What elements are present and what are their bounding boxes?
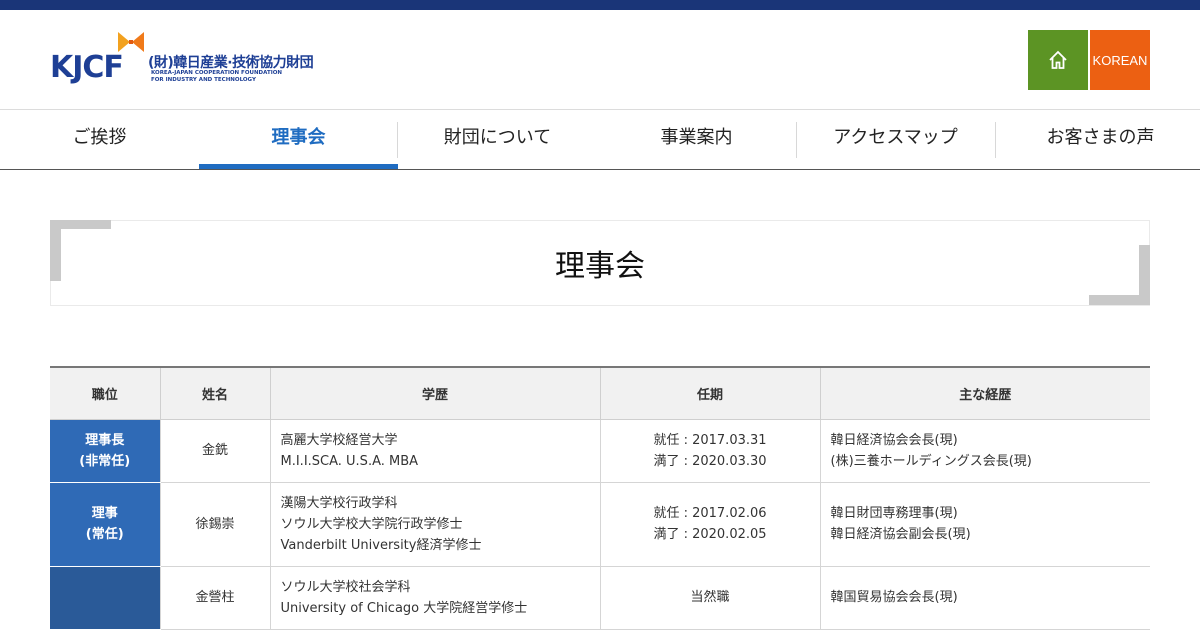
title-corner-decoration <box>50 220 61 281</box>
logo[interactable]: KJCF (財)韓日産業·技術協力財団 KOREA-JAPAN COOPERAT… <box>50 30 330 92</box>
position-cell <box>50 566 161 630</box>
term-cell: 就任 : 2017.03.31 満了 : 2020.03.30 <box>600 419 821 483</box>
education-line: M.I.I.SCA. U.S.A. MBA <box>280 453 419 469</box>
logo-mark-text: KJCF <box>50 50 124 85</box>
name-cell: 徐錫崇 <box>160 482 271 567</box>
name-cell: 金銑 <box>160 419 271 483</box>
education-line: ソウル大学校大学院行政学修士 <box>280 516 463 532</box>
career-cell: 韓日財団専務理事(現) 韓日経済協会副会長(現) <box>820 482 1150 567</box>
main-nav: ご挨拶 理事会 財団について 事業案内 アクセスマップ お客さまの声 <box>0 110 1200 170</box>
education-line: ソウル大学校社会学科 <box>280 579 411 595</box>
nav-item-greeting[interactable]: ご挨拶 <box>0 110 199 169</box>
table-header-row: 職位 姓名 学歴 任期 主な経歴 <box>50 367 1150 420</box>
career-line: 韓日経済協会会長(現) <box>830 432 958 448</box>
term-cell: 就任 : 2017.02.06 満了 : 2020.02.05 <box>600 482 821 567</box>
education-line: University of Chicago 大学院経営学修士 <box>280 600 528 616</box>
column-header-term: 任期 <box>600 367 821 420</box>
term-status: 当然職 <box>690 590 730 605</box>
nav-item-access-map[interactable]: アクセスマップ <box>796 110 995 169</box>
career-line: 韓国貿易協会会長(現) <box>830 590 958 605</box>
nav-item-about[interactable]: 財団について <box>398 110 597 169</box>
nav-item-board[interactable]: 理事会 <box>199 110 398 169</box>
table-row: 理事長 (非常任) 金銑 高麗大学校経営大学 M.I.I.SCA. U.S.A.… <box>50 419 1150 483</box>
position-type: (常任) <box>85 527 124 542</box>
position-type: (非常任) <box>79 453 131 469</box>
position-title: 理事 <box>91 506 118 521</box>
career-cell: 韓国貿易協会会長(現) <box>820 566 1150 630</box>
education-line: 高麗大学校経営大学 <box>280 432 398 448</box>
term-end: 満了 : 2020.02.05 <box>653 527 767 542</box>
korean-language-button[interactable]: KOREAN <box>1090 30 1150 90</box>
home-icon <box>1049 50 1067 69</box>
column-header-education: 学歴 <box>270 367 601 420</box>
education-line: Vanderbilt University経済学修士 <box>280 537 482 553</box>
board-members-table: 職位 姓名 学歴 任期 主な経歴 理事長 (非常任) 金銑 高麗大学校経営大学 … <box>50 366 1150 630</box>
career-line: 韓日財団専務理事(現) <box>830 506 958 521</box>
position-cell: 理事長 (非常任) <box>50 419 161 483</box>
nav-item-customer-voice[interactable]: お客さまの声 <box>1001 110 1200 169</box>
term-end: 満了 : 2020.03.30 <box>653 453 767 469</box>
logo-name-ja: (財)韓日産業·技術協力財団 <box>148 55 314 71</box>
career-line: 韓日経済協会副会長(現) <box>830 527 971 542</box>
career-line: (株)三養ホールディングス会長(現) <box>830 453 1032 469</box>
education-cell: 漢陽大学校行政学科 ソウル大学校大学院行政学修士 Vanderbilt Univ… <box>270 482 601 567</box>
logo-name-en: KOREA-JAPAN COOPERATION FOUNDATION FOR I… <box>151 70 282 84</box>
column-header-name: 姓名 <box>160 367 271 420</box>
education-cell: ソウル大学校社会学科 University of Chicago 大学院経営学修… <box>270 566 601 630</box>
page-title-box: 理事会 <box>50 220 1150 306</box>
name-cell: 金營柱 <box>160 566 271 630</box>
page-title: 理事会 <box>555 249 645 284</box>
logo-name-en-line1: KOREA-JAPAN COOPERATION FOUNDATION <box>151 70 283 76</box>
nav-item-business[interactable]: 事業案内 <box>597 110 796 169</box>
table-row: 金營柱 ソウル大学校社会学科 University of Chicago 大学院… <box>50 566 1150 630</box>
logo-name-en-line2: FOR INDUSTRY AND TECHNOLOGY <box>151 77 256 83</box>
column-header-career: 主な経歴 <box>820 367 1150 420</box>
site-header: KJCF (財)韓日産業·技術協力財団 KOREA-JAPAN COOPERAT… <box>0 10 1200 110</box>
education-cell: 高麗大学校経営大学 M.I.I.SCA. U.S.A. MBA <box>270 419 601 483</box>
home-button[interactable] <box>1028 30 1088 90</box>
position-title: 理事長 <box>85 432 125 448</box>
title-corner-decoration <box>1139 245 1150 305</box>
nav-separator <box>995 122 996 158</box>
position-cell: 理事 (常任) <box>50 482 161 567</box>
term-cell: 当然職 <box>600 566 821 630</box>
top-accent-bar <box>0 0 1200 10</box>
career-cell: 韓日経済協会会長(現) (株)三養ホールディングス会長(現) <box>820 419 1150 483</box>
term-start: 就任 : 2017.02.06 <box>653 506 767 521</box>
term-start: 就任 : 2017.03.31 <box>653 432 767 448</box>
table-row: 理事 (常任) 徐錫崇 漢陽大学校行政学科 ソウル大学校大学院行政学修士 Van… <box>50 482 1150 567</box>
column-header-position: 職位 <box>50 367 161 420</box>
education-line: 漢陽大学校行政学科 <box>280 495 398 511</box>
